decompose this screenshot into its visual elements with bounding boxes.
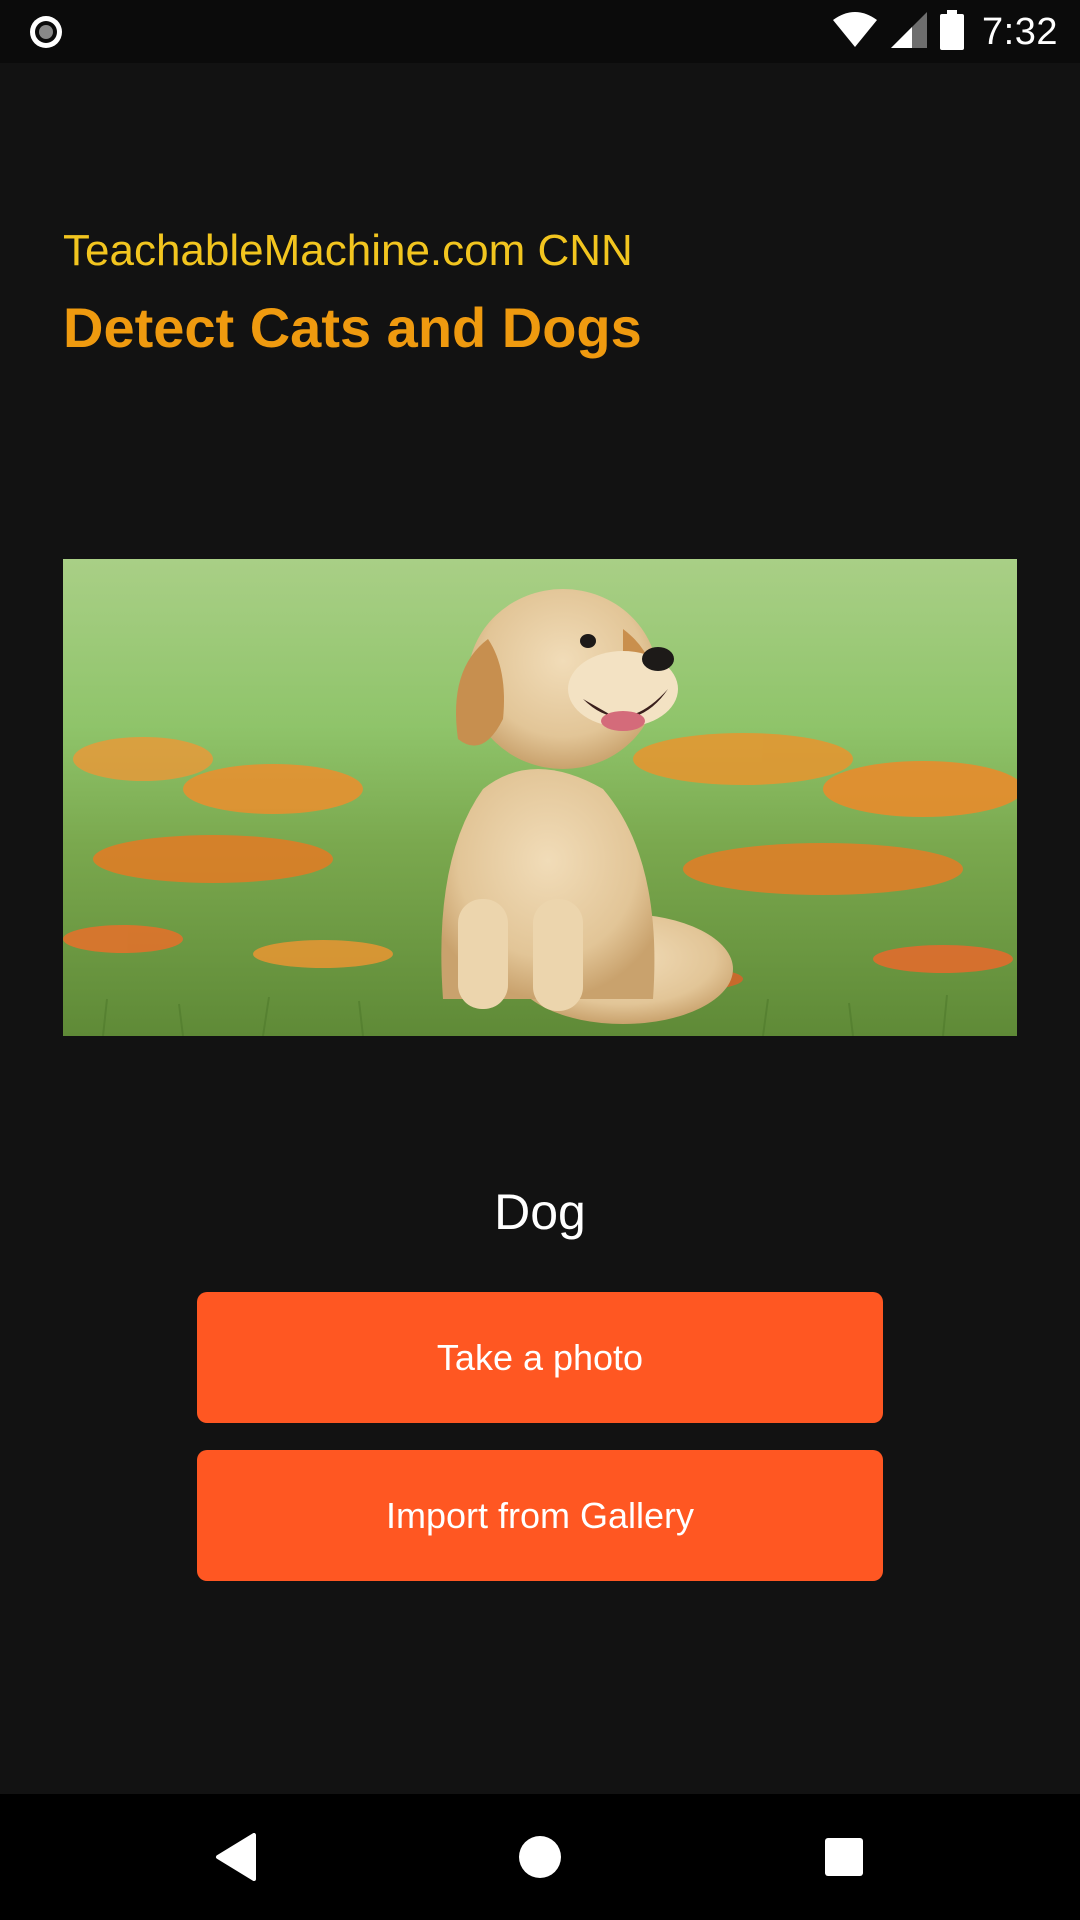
back-icon[interactable] [206,1827,266,1887]
app-screen: 7:32 TeachableMachine.com CNN Detect Cat… [0,0,1080,1920]
battery-icon [940,9,965,55]
recents-icon[interactable] [814,1827,874,1887]
import-gallery-button[interactable]: Import from Gallery [197,1450,883,1581]
navigation-bar [0,1794,1080,1920]
prediction-label: Dog [494,1184,586,1240]
status-bar: 7:32 [0,0,1080,63]
wifi-icon [832,11,878,53]
status-icons: 7:32 [832,8,1058,56]
screen-record-icon [29,15,63,49]
home-icon[interactable] [510,1827,570,1887]
app-subtitle: TeachableMachine.com CNN [63,226,633,275]
take-photo-button[interactable]: Take a photo [197,1292,883,1423]
classified-photo [63,559,1017,1036]
status-time: 7:32 [982,10,1058,53]
app-title: Detect Cats and Dogs [63,296,642,359]
cell-signal-icon [890,11,928,54]
